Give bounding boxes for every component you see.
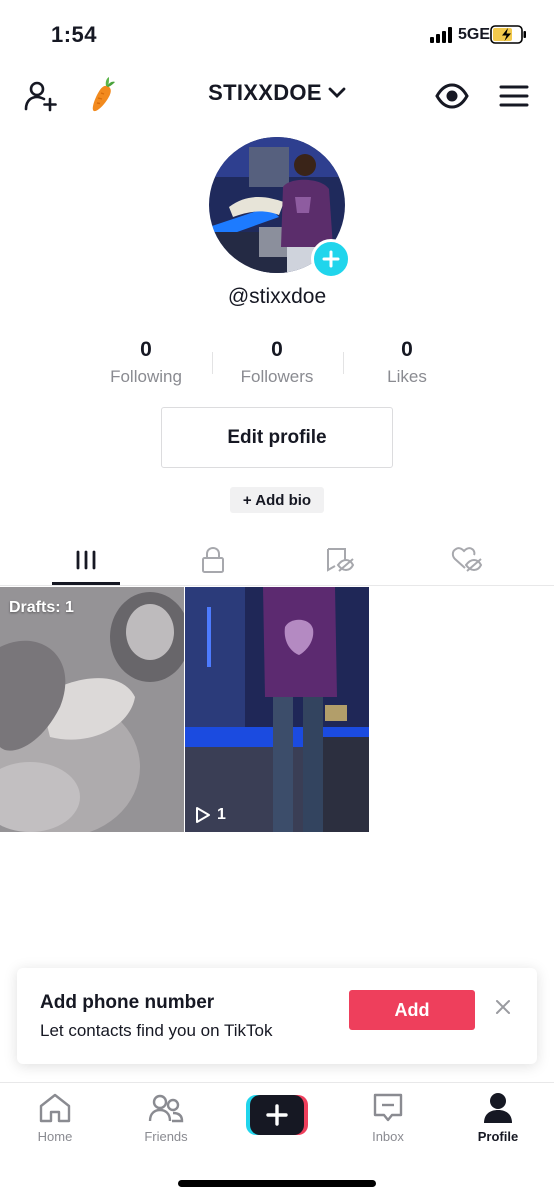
profile-handle: @stixxdoe <box>227 285 327 308</box>
prompt-subtitle: Let contacts find you on TikTok <box>40 1021 273 1040</box>
eye-icon[interactable] <box>434 78 470 114</box>
battery-icon <box>490 25 526 44</box>
nav-inbox[interactable]: Inbox <box>343 1091 433 1151</box>
nav-home-label: Home <box>37 1129 73 1144</box>
following-label: Following <box>110 367 182 386</box>
username-title: STIXXDOE <box>208 80 322 105</box>
play-icon <box>196 807 210 823</box>
view-count: 1 <box>217 806 226 823</box>
prompt-title: Add phone number <box>40 992 215 1013</box>
nav-profile[interactable]: Profile <box>453 1091 543 1151</box>
edit-profile-button[interactable]: Edit profile <box>161 407 393 468</box>
menu-icon[interactable] <box>498 78 530 114</box>
account-switcher[interactable]: STIXXDOE <box>0 80 554 106</box>
inbox-icon <box>373 1093 403 1122</box>
status-time: 1:54 <box>51 22 98 47</box>
signal-icon <box>430 27 454 43</box>
chevron-down-icon <box>328 87 346 98</box>
grid-icon <box>76 550 96 570</box>
lock-icon <box>202 546 224 573</box>
status-bar: 1:54 5GE <box>0 0 554 70</box>
profile-icon <box>484 1093 512 1123</box>
add-phone-button[interactable]: Add <box>349 990 475 1030</box>
tab-liked[interactable] <box>398 535 536 585</box>
nav-inbox-label: Inbox <box>372 1129 404 1144</box>
draft-tile[interactable]: Drafts: 1 <box>0 587 184 832</box>
followers-count: 0 <box>271 338 283 361</box>
add-bio-button[interactable]: + Add bio <box>230 487 324 513</box>
bookmark-hidden-icon <box>327 548 355 572</box>
nav-profile-label: Profile <box>477 1129 519 1144</box>
stat-followers[interactable]: 0 Followers <box>212 338 342 387</box>
nav-home[interactable]: Home <box>10 1091 100 1151</box>
video-tile[interactable]: 1 <box>185 587 369 832</box>
add-avatar-button[interactable] <box>311 239 351 279</box>
likes-count: 0 <box>401 338 413 361</box>
likes-label: Likes <box>387 367 427 386</box>
profile-tabs <box>0 535 554 586</box>
tab-videos[interactable] <box>17 535 155 585</box>
profile-header: STIXXDOE <box>0 70 554 120</box>
active-tab-indicator <box>52 582 120 585</box>
tab-favorites[interactable] <box>271 535 409 585</box>
create-button[interactable] <box>246 1095 308 1135</box>
following-count: 0 <box>140 338 152 361</box>
stat-following[interactable]: 0 Following <box>81 338 211 387</box>
nav-friends[interactable]: Friends <box>121 1091 211 1151</box>
tab-private[interactable] <box>144 535 282 585</box>
network-label: 5GE <box>458 26 491 43</box>
friends-icon <box>148 1094 184 1123</box>
add-phone-prompt: Add phone number Let contacts find you o… <box>17 968 537 1064</box>
followers-label: Followers <box>240 367 314 386</box>
home-icon <box>39 1093 71 1123</box>
video-views: 1 <box>195 806 226 824</box>
home-indicator <box>178 1180 376 1187</box>
nav-friends-label: Friends <box>144 1129 188 1144</box>
stat-likes[interactable]: 0 Likes <box>342 338 472 387</box>
plus-icon <box>322 250 340 268</box>
close-icon[interactable] <box>491 995 515 1019</box>
drafts-label: Drafts: 1 <box>9 599 74 616</box>
heart-hidden-icon <box>451 547 483 572</box>
